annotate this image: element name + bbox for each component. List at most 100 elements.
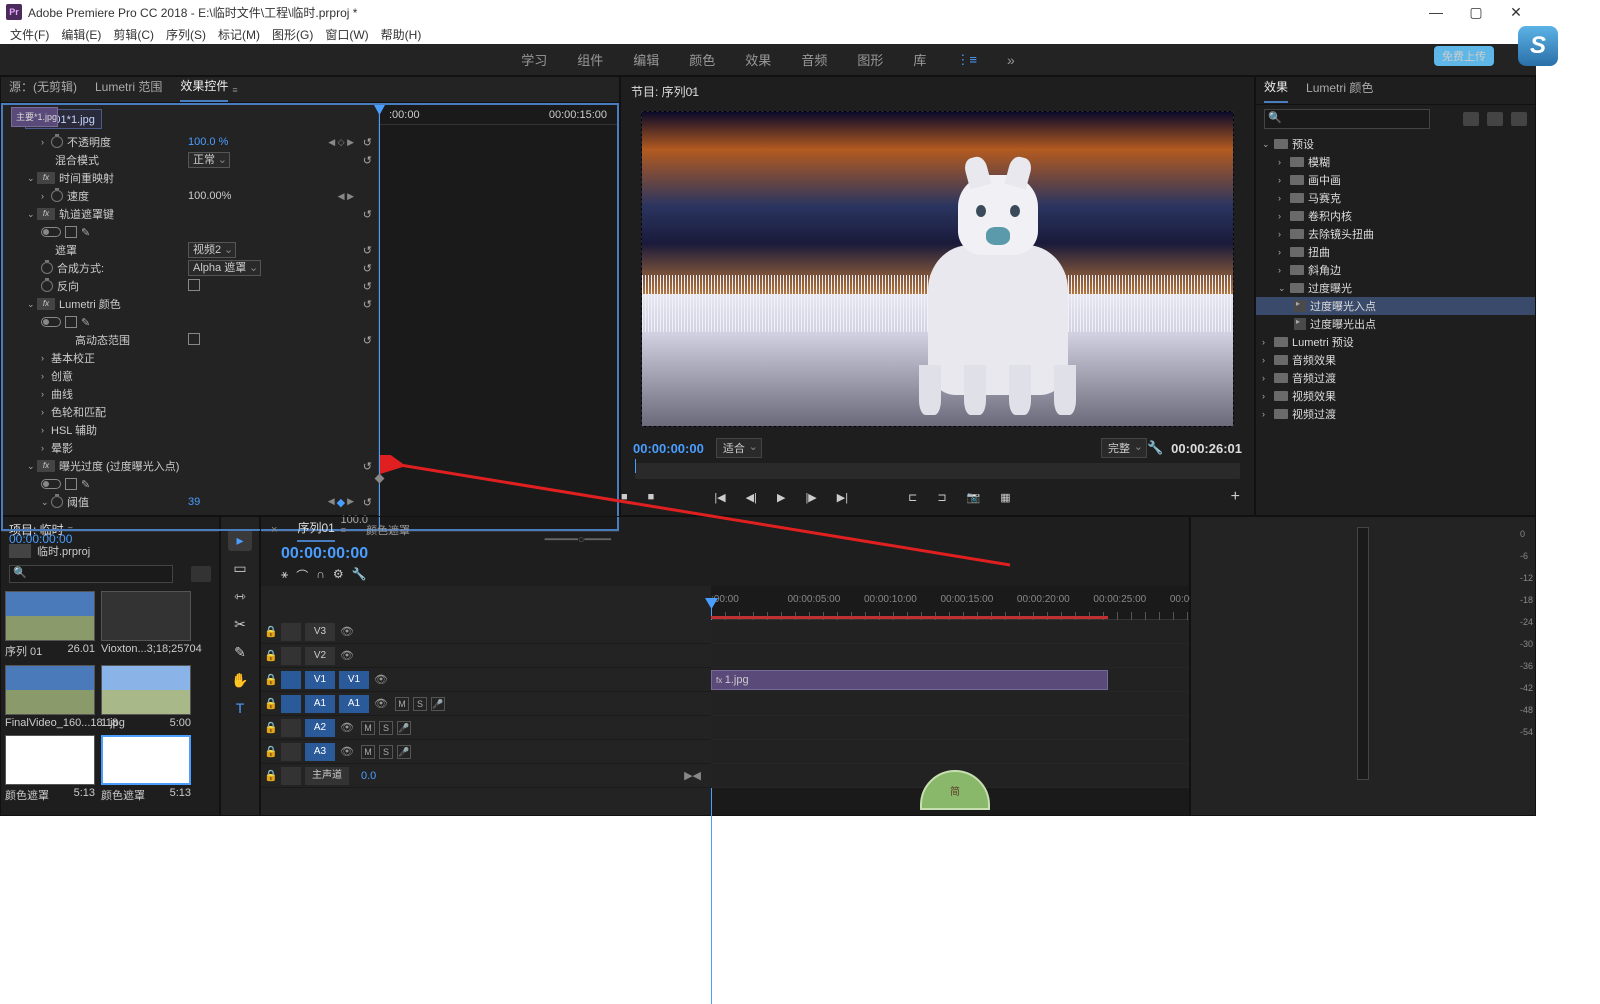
project-search-input[interactable] — [9, 565, 173, 583]
work-area-bar[interactable] — [711, 616, 1108, 619]
snap-icon[interactable]: ⚹ — [281, 567, 288, 584]
filter-icon-2[interactable] — [1487, 112, 1503, 126]
workspace-graphics[interactable]: 图形 — [857, 50, 883, 69]
workspace-effects[interactable]: 效果 — [745, 50, 771, 69]
bin-item[interactable]: Vioxton...3;18;25704 — [101, 591, 191, 659]
export-frame-button[interactable]: 📷 — [967, 491, 981, 504]
close-button[interactable]: ✕ — [1496, 0, 1536, 24]
menu-marker[interactable]: 标记(M) — [214, 26, 264, 43]
track-a2[interactable]: 🔒A2👁MS🎤 — [261, 716, 711, 740]
minimize-button[interactable]: — — [1416, 0, 1456, 24]
preset-solarize-out[interactable]: 过度曝光出点 — [1256, 315, 1535, 333]
timeline-current-time[interactable]: 00:00:00:00 — [271, 543, 378, 565]
comparison-button[interactable]: ▦ — [1000, 491, 1010, 504]
track-v3[interactable]: 🔒V3👁 — [261, 620, 711, 644]
bin-item[interactable]: 颜色遮罩5:13 — [5, 735, 95, 803]
bin-item[interactable]: 颜色遮罩5:13 — [101, 735, 191, 803]
selection-tool[interactable]: ▸ — [228, 529, 252, 551]
goto-in-button[interactable]: |◀ — [714, 491, 725, 504]
step-forward-button[interactable]: |▶ — [805, 491, 816, 504]
matte-dropdown[interactable]: 视频2 — [188, 242, 236, 258]
blend-mode-dropdown[interactable]: 正常 — [188, 152, 230, 168]
timeline-ruler[interactable]: :00:00 00:00:05:00 00:00:10:00 00:00:15:… — [711, 586, 1189, 620]
settings-wrench-icon[interactable]: 🔧 — [1147, 440, 1163, 456]
track-a3[interactable]: 🔒A3👁MS🎤 — [261, 740, 711, 764]
ripple-tool[interactable]: ⇿ — [228, 585, 252, 607]
panel-menu-icon[interactable]: ≡ — [691, 86, 696, 96]
quality-dropdown[interactable]: 完整 — [1101, 438, 1147, 458]
workspace-overflow-icon[interactable]: » — [1007, 52, 1015, 68]
menu-clip[interactable]: 剪辑(C) — [109, 26, 158, 43]
filter-icon[interactable] — [1463, 112, 1479, 126]
tab-lumetri-scopes[interactable]: Lumetri 范围 — [95, 78, 162, 101]
timeline-tab-sequence[interactable]: 序列01 — [297, 519, 334, 542]
play-button[interactable]: ▶ — [777, 491, 785, 504]
tree-presets[interactable]: ⌄预设 — [1256, 135, 1535, 153]
marker-icon[interactable]: ∩ — [316, 567, 325, 584]
workspace-custom-icon[interactable]: ⋮≡ — [956, 52, 977, 68]
master-clip-name[interactable]: 主要*1.jpg — [11, 107, 58, 127]
type-tool[interactable]: T — [228, 697, 252, 719]
track-v1[interactable]: 🔒V1V1👁 — [261, 668, 711, 692]
eyedropper-icon[interactable]: ✎ — [81, 226, 90, 239]
menu-window[interactable]: 窗口(W) — [321, 26, 372, 43]
tab-effect-controls[interactable]: 效果控件 — [180, 77, 228, 102]
effect-keyframe-timeline[interactable]: :00:0000:00:15:00 — [378, 105, 617, 529]
mask-toggle[interactable] — [41, 227, 61, 237]
mark-in-button[interactable]: ■ — [621, 491, 628, 503]
menu-edit[interactable]: 编辑(E) — [57, 26, 105, 43]
program-current-time[interactable]: 00:00:00:00 — [633, 441, 704, 456]
new-bin-icon[interactable] — [191, 566, 211, 582]
link-icon[interactable]: ⌒ — [296, 567, 308, 584]
menu-graphics[interactable]: 图形(G) — [268, 26, 317, 43]
tab-source[interactable]: 源：(无剪辑) — [9, 78, 77, 101]
composite-dropdown[interactable]: Alpha 遮罩 — [188, 260, 261, 276]
tab-lumetri-color[interactable]: Lumetri 颜色 — [1306, 79, 1373, 102]
timeline-clip[interactable]: fx 1.jpg — [711, 670, 1108, 690]
workspace-assembly[interactable]: 组件 — [577, 50, 603, 69]
track-select-tool[interactable]: ▭ — [228, 557, 252, 579]
workspace-learn[interactable]: 学习 — [521, 50, 547, 69]
maximize-button[interactable]: ▢ — [1456, 0, 1496, 24]
pen-tool[interactable]: ✎ — [228, 641, 252, 663]
hand-tool[interactable]: ✋ — [228, 669, 252, 691]
workspace-color[interactable]: 颜色 — [689, 50, 715, 69]
timeline-tab-matte[interactable]: 颜色遮罩 — [366, 522, 410, 538]
tab-effects[interactable]: 效果 — [1264, 78, 1288, 103]
extract-button[interactable]: ⊐ — [937, 491, 946, 504]
goto-out-button[interactable]: ▶| — [837, 491, 848, 504]
preset-solarize-in[interactable]: 过度曝光入点 — [1256, 297, 1535, 315]
reset-icon[interactable]: ↺ — [363, 136, 372, 149]
cloud-upload-button[interactable]: 免费上传 — [1434, 46, 1494, 66]
filter-icon-3[interactable] — [1511, 112, 1527, 126]
settings-icon[interactable]: ⚙ — [333, 567, 344, 584]
zoom-dropdown[interactable]: 适合 — [716, 438, 762, 458]
mark-out-button[interactable]: ■ — [648, 491, 655, 503]
workspace-libraries[interactable]: 库 — [913, 50, 926, 69]
twirl-icon[interactable] — [41, 137, 51, 147]
reverse-checkbox[interactable] — [188, 279, 200, 291]
panel-menu-icon[interactable]: ≡ — [232, 85, 237, 95]
bin-item[interactable]: 1.jpg5:00 — [101, 665, 191, 729]
keyframe-playhead[interactable] — [379, 105, 380, 529]
razor-tool[interactable]: ✂ — [228, 613, 252, 635]
track-a1[interactable]: 🔒A1A1👁MS🎤 — [261, 692, 711, 716]
program-scrubber[interactable] — [635, 463, 1240, 479]
sogou-icon[interactable]: S — [1518, 26, 1558, 66]
effects-search-input[interactable] — [1264, 109, 1430, 129]
lift-button[interactable]: ⊏ — [908, 491, 917, 504]
bin-item[interactable]: 序列 0126.01 — [5, 591, 95, 659]
program-video-frame[interactable] — [641, 111, 1234, 427]
step-back-button[interactable]: ◀| — [746, 491, 757, 504]
add-button[interactable]: + — [1231, 488, 1240, 506]
workspace-audio[interactable]: 音频 — [801, 50, 827, 69]
track-master[interactable]: 🔒主声道0.0▶◀ — [261, 764, 711, 788]
stopwatch-icon[interactable] — [51, 136, 63, 148]
menu-help[interactable]: 帮助(H) — [377, 26, 426, 43]
bin-item[interactable]: FinalVideo_160...18.18 — [5, 665, 95, 729]
menu-sequence[interactable]: 序列(S) — [162, 26, 210, 43]
track-v2[interactable]: 🔒V2👁 — [261, 644, 711, 668]
wrench-icon[interactable]: 🔧 — [352, 567, 367, 584]
threshold-value[interactable]: 39 — [188, 496, 200, 508]
menu-file[interactable]: 文件(F) — [6, 26, 53, 43]
